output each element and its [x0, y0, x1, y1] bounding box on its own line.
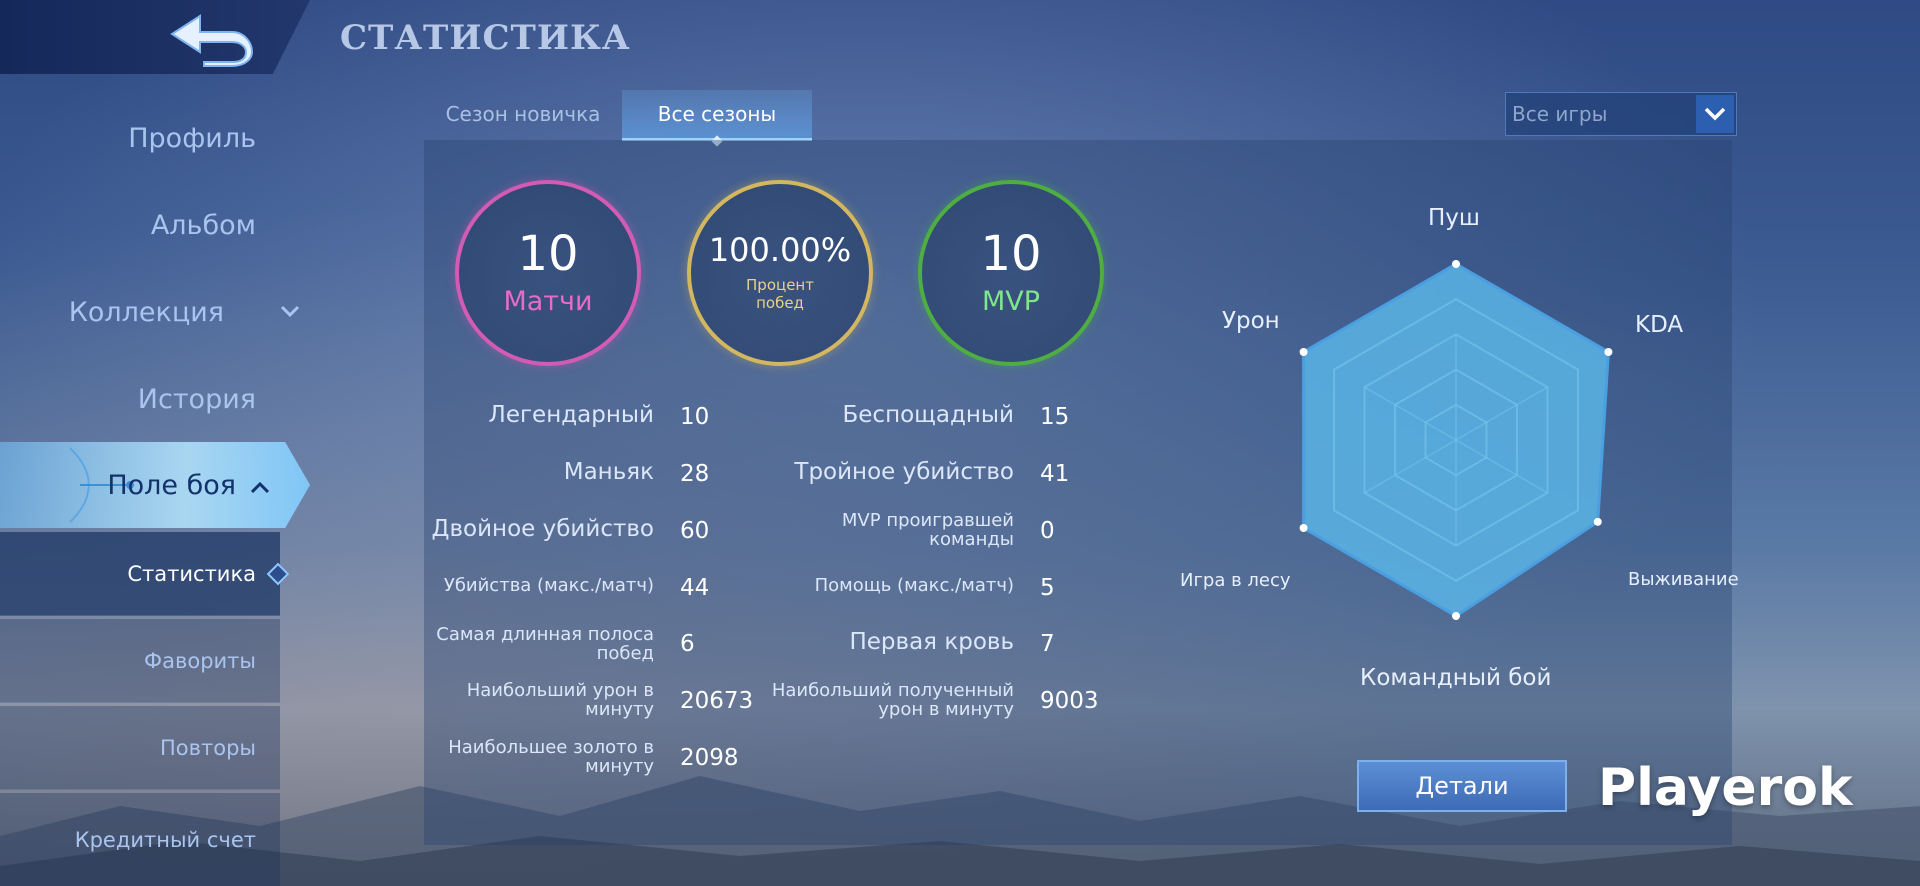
radar-point [1604, 348, 1613, 356]
game-filter-dropdown[interactable]: Все игры [1505, 92, 1737, 136]
stat-label-savage: Беспощадный [842, 402, 1015, 428]
sidebar-subitem-label: Кредитный счет [74, 827, 256, 852]
mvp-label: MVP [981, 285, 1041, 317]
matches-value: 10 [517, 225, 579, 282]
back-button[interactable] [160, 8, 260, 68]
sidebar-item-history[interactable]: История [0, 364, 300, 434]
tab-label: Все сезоны [657, 102, 777, 126]
chevron-down-icon [1696, 95, 1734, 133]
sidebar-item-label: Профиль [128, 122, 256, 154]
matches-circle: 10 Матчи [455, 180, 641, 366]
stat-label-kills-max: Убийства (макс./матч) [443, 575, 654, 596]
back-arrow-icon [170, 14, 254, 67]
matches-label: Матчи [503, 285, 593, 317]
stat-value-triple-kill: 41 [1040, 461, 1070, 487]
win-rate-label: побед [756, 294, 804, 312]
sidebar-item-label: Альбом [150, 209, 256, 241]
radar-point [1299, 348, 1308, 356]
sidebar-subitem-replays[interactable]: Повторы [0, 706, 280, 790]
stat-value-double-kill: 60 [680, 518, 710, 544]
stat-label-first-blood: Первая кровь [849, 629, 1014, 655]
mvp-value: 10 [980, 225, 1042, 282]
sidebar-item-album[interactable]: Альбом [0, 190, 300, 260]
stat-value-legendary: 10 [680, 404, 710, 430]
sidebar-item-collection[interactable]: Коллекция [0, 277, 300, 347]
stat-label-win-streak: Самая длинная полоса побед [436, 624, 654, 664]
sidebar-subitem-credit[interactable]: Кредитный счет [0, 793, 280, 886]
stat-value-maniac: 28 [680, 461, 710, 487]
sidebar-subitem-favorites[interactable]: Фавориты [0, 619, 280, 703]
chevron-up-icon [250, 470, 270, 501]
details-button-label: Детали [1415, 772, 1509, 800]
stat-label-maniac: Маньяк [563, 459, 654, 485]
stat-value-gold-per-min: 2098 [680, 745, 739, 771]
tab-rookie-season[interactable]: Сезон новичка [430, 90, 616, 138]
radar-label-push: Пуш [1428, 205, 1480, 231]
radar-label-survival: Выживание [1628, 569, 1739, 590]
stat-label-legendary: Легендарный [488, 402, 654, 428]
stat-value-first-blood: 7 [1040, 631, 1055, 657]
stat-label-mvp-lose: MVP проигравшей команды [841, 510, 1014, 550]
stat-label-damage-taken: Наибольший полученный урон в минуту [771, 680, 1014, 720]
tab-label: Сезон новичка [445, 102, 601, 126]
watermark: Playerok [1598, 758, 1853, 818]
sidebar-item-label: Коллекция [68, 296, 224, 328]
details-button[interactable]: Детали [1357, 760, 1567, 812]
radar-point [1593, 517, 1602, 526]
win-rate-circle: 100.00% Процент побед [687, 180, 873, 366]
radar-label-jungle: Игра в лесу [1180, 570, 1291, 591]
radar-label-teamfight: Командный бой [1360, 665, 1552, 691]
stat-label-gold-per-min: Наибольшее золото в минуту [448, 737, 654, 777]
radar-point [1452, 260, 1460, 268]
sidebar-item-label: Поле боя [107, 469, 236, 501]
stat-label-assists-max: Помощь (макс./матч) [814, 575, 1014, 596]
radar-chart: Пуш KDA Выживание Командный бой Игра в л… [1160, 195, 1760, 715]
header-back-area [0, 0, 310, 74]
chevron-down-icon [280, 300, 300, 324]
sidebar-item-profile[interactable]: Профиль [0, 103, 300, 173]
radar-label-damage: Урон [1222, 308, 1280, 334]
sidebar-subitem-label: Статистика [127, 561, 256, 586]
tab-all-seasons[interactable]: Все сезоны [622, 90, 812, 147]
stat-value-damage-taken: 9003 [1040, 688, 1099, 714]
stat-label-damage-per-min: Наибольший урон в минуту [466, 680, 654, 720]
stat-label-triple-kill: Тройное убийство [794, 459, 1014, 485]
radar-svg [1299, 260, 1613, 620]
radar-label-kda: KDA [1635, 312, 1684, 338]
stat-value-assists-max: 5 [1040, 575, 1055, 601]
win-rate-value: 100.00% [708, 231, 852, 269]
sidebar-subitem-statistics[interactable]: Статистика [0, 532, 290, 616]
radar-point [1299, 524, 1308, 532]
filter-selected-value: Все игры [1512, 102, 1608, 126]
stat-value-win-streak: 6 [680, 631, 695, 657]
win-rate-label: Процент [746, 276, 814, 294]
stat-value-kills-max: 44 [680, 575, 710, 601]
mvp-circle: 10 MVP [918, 180, 1104, 366]
stat-label-double-kill: Двойное убийство [431, 516, 654, 542]
radar-point [1452, 612, 1460, 620]
page-title: СТАТИСТИКА [340, 18, 631, 58]
sidebar-subitem-label: Повторы [159, 735, 256, 760]
sidebar-item-label: История [137, 383, 256, 415]
sidebar-subitem-label: Фавориты [144, 648, 256, 673]
sidebar-item-battlefield[interactable]: Поле боя [0, 442, 310, 528]
stat-value-savage: 15 [1040, 404, 1070, 430]
stat-value-mvp-lose: 0 [1040, 518, 1055, 544]
